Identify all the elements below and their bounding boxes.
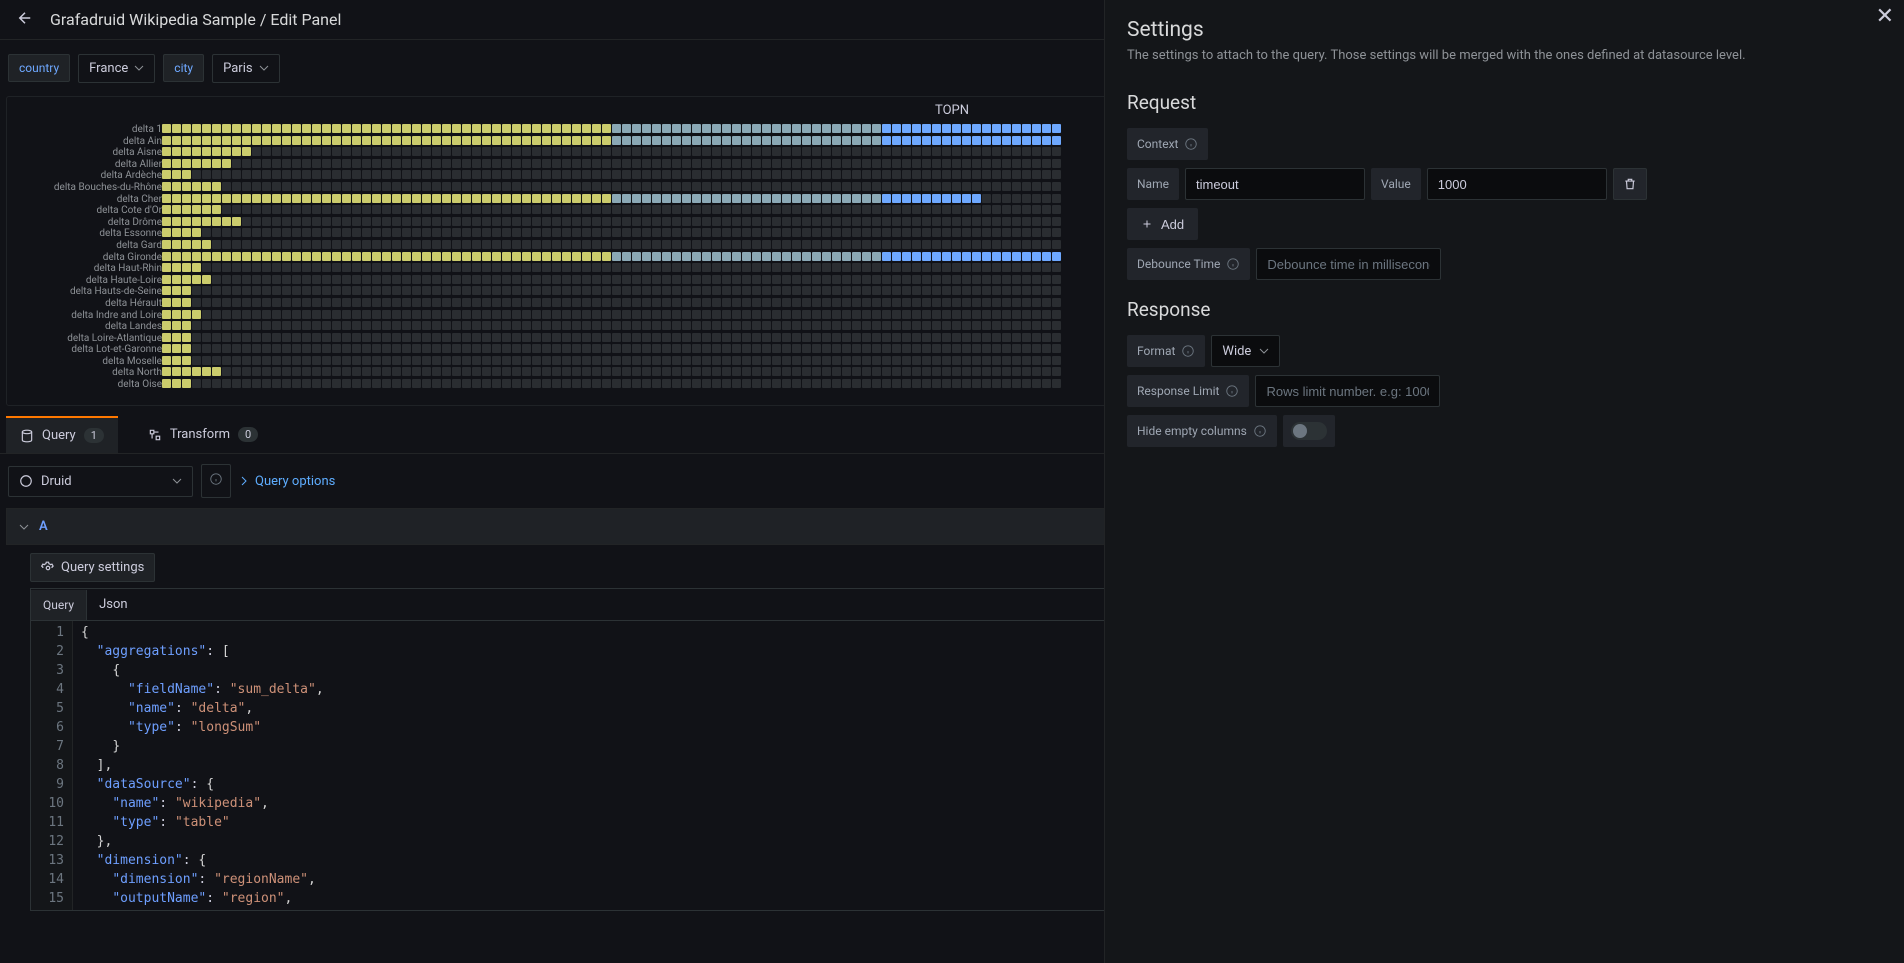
query-type-label: Query — [31, 590, 87, 620]
chevron-down-icon — [19, 522, 29, 532]
var-select-city[interactable]: Paris — [212, 54, 279, 83]
settings-description: The settings to attach to the query. Tho… — [1127, 48, 1882, 63]
format-select[interactable]: Wide — [1211, 335, 1280, 367]
datasource-name: Druid — [41, 474, 164, 489]
info-icon — [1181, 344, 1195, 358]
transform-icon — [148, 428, 162, 442]
response-limit-label: Response Limit — [1127, 375, 1249, 407]
request-heading: Request — [1127, 91, 1882, 114]
context-value-label: Value — [1371, 168, 1421, 200]
tab-badge: 1 — [84, 428, 104, 443]
info-icon — [1184, 137, 1198, 151]
tab-query[interactable]: Query 1 — [6, 416, 118, 453]
query-options-label: Query options — [255, 474, 335, 489]
debounce-input[interactable] — [1256, 248, 1441, 280]
datasource-info-button[interactable] — [201, 464, 231, 498]
context-value-input[interactable] — [1427, 168, 1607, 200]
chevron-down-icon — [259, 63, 269, 73]
druid-icon — [19, 474, 33, 488]
context-label: Context — [1127, 128, 1208, 160]
info-icon — [1225, 384, 1239, 398]
settings-sidebar: ✕ Settings The settings to attach to the… — [1104, 0, 1904, 963]
editor-code[interactable]: { "aggregations": [ { "fieldName": "sum_… — [73, 621, 332, 910]
response-limit-input[interactable] — [1255, 375, 1440, 407]
delete-context-button[interactable] — [1613, 168, 1647, 200]
query-options-toggle[interactable]: Query options — [239, 474, 335, 489]
var-value: France — [89, 61, 128, 76]
hide-empty-label: Hide empty columns — [1127, 415, 1277, 447]
format-label: Format — [1127, 335, 1205, 367]
add-context-button[interactable]: Add — [1127, 208, 1198, 240]
trash-icon — [1623, 177, 1637, 191]
query-type-value[interactable]: Json — [87, 589, 139, 620]
hide-empty-toggle[interactable] — [1291, 422, 1327, 440]
tab-transform[interactable]: Transform 0 — [134, 416, 272, 453]
info-icon — [1253, 424, 1267, 438]
tab-badge: 0 — [238, 427, 258, 442]
debounce-label: Debounce Time — [1127, 248, 1250, 280]
close-icon[interactable]: ✕ — [1876, 4, 1894, 29]
plus-icon — [1141, 218, 1153, 230]
database-icon — [20, 429, 34, 443]
var-value: Paris — [223, 61, 252, 76]
context-name-label: Name — [1127, 168, 1179, 200]
tab-label: Transform — [170, 427, 230, 442]
editor-gutter: 123456789101112131415 — [31, 621, 73, 910]
gear-icon — [41, 561, 55, 575]
chevron-right-icon — [239, 476, 249, 486]
settings-title: Settings — [1127, 18, 1882, 42]
query-settings-label: Query settings — [61, 560, 144, 575]
datasource-select[interactable]: Druid — [8, 466, 193, 497]
chevron-down-icon — [1259, 346, 1269, 356]
query-id: A — [39, 519, 48, 534]
chevron-down-icon — [134, 63, 144, 73]
back-arrow-icon[interactable] — [16, 9, 34, 31]
var-select-country[interactable]: France — [78, 54, 155, 83]
var-label-country: country — [8, 54, 70, 82]
chevron-down-icon — [172, 476, 182, 486]
context-name-input[interactable] — [1185, 168, 1365, 200]
info-icon — [1226, 257, 1240, 271]
response-heading: Response — [1127, 298, 1882, 321]
tab-label: Query — [42, 428, 76, 443]
query-settings-button[interactable]: Query settings — [30, 553, 155, 582]
page-title: Grafadruid Wikipedia Sample / Edit Panel — [50, 10, 341, 29]
heatmap-y-axis: delta 1delta Aindelta Aisnedelta Allierd… — [17, 124, 162, 391]
var-label-city: city — [163, 54, 204, 82]
